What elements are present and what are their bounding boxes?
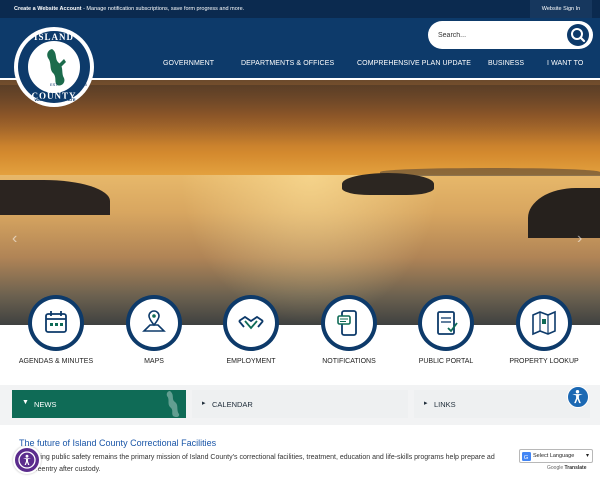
- google-translate-icon: G: [522, 452, 531, 461]
- nav-business[interactable]: BUSINESS: [488, 60, 524, 70]
- hero-sun-reflection: [180, 175, 440, 325]
- language-select[interactable]: G Select Language ▾: [519, 449, 593, 463]
- quick-link-circle: [28, 295, 84, 351]
- search-input[interactable]: [438, 28, 558, 42]
- search-icon: [571, 28, 586, 43]
- document-portal-icon: [437, 311, 458, 335]
- quick-link-circle: [418, 295, 474, 351]
- language-select-label: Select Language: [533, 453, 575, 459]
- county-logo[interactable]: EST. 1853 ISLAND COUNTY: [14, 27, 94, 107]
- search-button[interactable]: [567, 24, 589, 46]
- quick-link-circle-inner: [32, 299, 80, 347]
- news-body-line: ssful reentry after custody.: [19, 466, 101, 473]
- hero-slideshow: ‹ ›: [0, 80, 600, 325]
- quick-link-notifications[interactable]: NOTIFICATIONS: [299, 295, 399, 385]
- svg-text:G: G: [524, 455, 529, 461]
- google-label: Google: [547, 465, 564, 471]
- tab-calendar-label: CALENDAR: [212, 400, 253, 409]
- sign-in-button[interactable]: Website Sign In: [530, 0, 592, 18]
- translate-label: Translate: [564, 465, 587, 471]
- quick-link-circle-inner: [130, 299, 178, 347]
- news-body-line: protecting public safety remains the pri…: [19, 454, 495, 461]
- handshake-icon: [238, 315, 264, 330]
- create-account-label[interactable]: Create a Website Account: [14, 6, 82, 12]
- quick-link-circle: [516, 295, 572, 351]
- quick-link-circle-inner: [422, 299, 470, 347]
- quick-link-public-portal[interactable]: PUBLIC PORTAL: [396, 295, 496, 385]
- tab-news[interactable]: ▼ NEWS: [12, 390, 186, 418]
- quick-link-label: AGENDAS & MINUTES: [18, 358, 94, 365]
- nav-departments-offices[interactable]: DEPARTMENTS & OFFICES: [241, 60, 334, 70]
- quick-link-maps[interactable]: MAPS: [104, 295, 204, 385]
- quick-link-circle: [321, 295, 377, 351]
- tab-links-label: LINKS: [434, 400, 456, 409]
- island-watermark-icon: [166, 391, 180, 418]
- hero-prev-arrow[interactable]: ‹: [12, 230, 17, 248]
- accessibility-icon: [572, 390, 583, 404]
- caret-right-icon: ▸: [202, 400, 206, 407]
- logo-seal: EST. 1853: [27, 40, 87, 94]
- map-pin-icon: [142, 310, 166, 332]
- create-account-link[interactable]: Create a Website Account - Manage notifi…: [14, 6, 244, 12]
- logo-text-state: WASHINGTON STATE: [34, 97, 76, 102]
- quick-link-circle-inner: [520, 299, 568, 347]
- quick-link-agendas-minutes[interactable]: AGENDAS & MINUTES: [6, 295, 106, 385]
- hero-island: [342, 173, 434, 195]
- quick-link-property-lookup[interactable]: PROPERTY LOOKUP: [494, 295, 594, 385]
- tab-links[interactable]: ▸ LINKS: [414, 390, 590, 418]
- quick-link-circle-inner: [325, 299, 373, 347]
- create-account-description: - Manage notification subscriptions, sav…: [81, 6, 245, 12]
- quick-link-label: EMPLOYMENT: [226, 358, 276, 365]
- google-translate-attribution: Google Translate: [547, 465, 586, 471]
- account-banner: Create a Website Account - Manage notifi…: [0, 0, 600, 18]
- quick-link-label: MAPS: [144, 358, 164, 365]
- news-article-title[interactable]: The future of Island County Correctional…: [19, 438, 216, 448]
- caret-right-icon: ▸: [424, 400, 428, 407]
- nav-government[interactable]: GOVERNMENT: [163, 60, 214, 70]
- notification-icon: [337, 310, 357, 336]
- accessibility-person-icon: [18, 451, 36, 469]
- hero-next-arrow[interactable]: ›: [577, 230, 582, 248]
- quick-link-label: NOTIFICATIONS: [322, 358, 376, 365]
- tab-calendar[interactable]: ▸ CALENDAR: [192, 390, 408, 418]
- tab-news-label: NEWS: [34, 400, 57, 409]
- logo-text-island: ISLAND: [33, 32, 74, 42]
- quick-link-circle: [126, 295, 182, 351]
- chevron-down-icon: ▾: [585, 453, 589, 459]
- nav-comprehensive-plan-update[interactable]: COMPREHENSIVE PLAN UPDATE: [357, 60, 471, 70]
- news-article-body: protecting public safety remains the pri…: [19, 452, 539, 476]
- quick-link-circle-inner: [227, 299, 275, 347]
- quick-link-employment[interactable]: EMPLOYMENT: [201, 295, 301, 385]
- caret-down-icon: ▼: [22, 399, 29, 406]
- calendar-icon: [45, 311, 67, 333]
- quick-link-label: PROPERTY LOOKUP: [509, 358, 579, 365]
- property-map-icon: [532, 310, 556, 336]
- search-box: [428, 21, 593, 49]
- accessibility-button[interactable]: [567, 386, 589, 408]
- nav-i-want-to[interactable]: I WANT TO: [547, 60, 583, 70]
- logo-est: EST.: [50, 82, 59, 87]
- accessibility-widget-button[interactable]: [13, 446, 41, 474]
- quick-link-label: PUBLIC PORTAL: [418, 358, 474, 365]
- quick-link-circle: [223, 295, 279, 351]
- logo-year: 1853: [78, 82, 87, 87]
- quick-links-bar: AGENDAS & MINUTES MAPS EMPLOYMENT NOTIFI…: [0, 295, 600, 385]
